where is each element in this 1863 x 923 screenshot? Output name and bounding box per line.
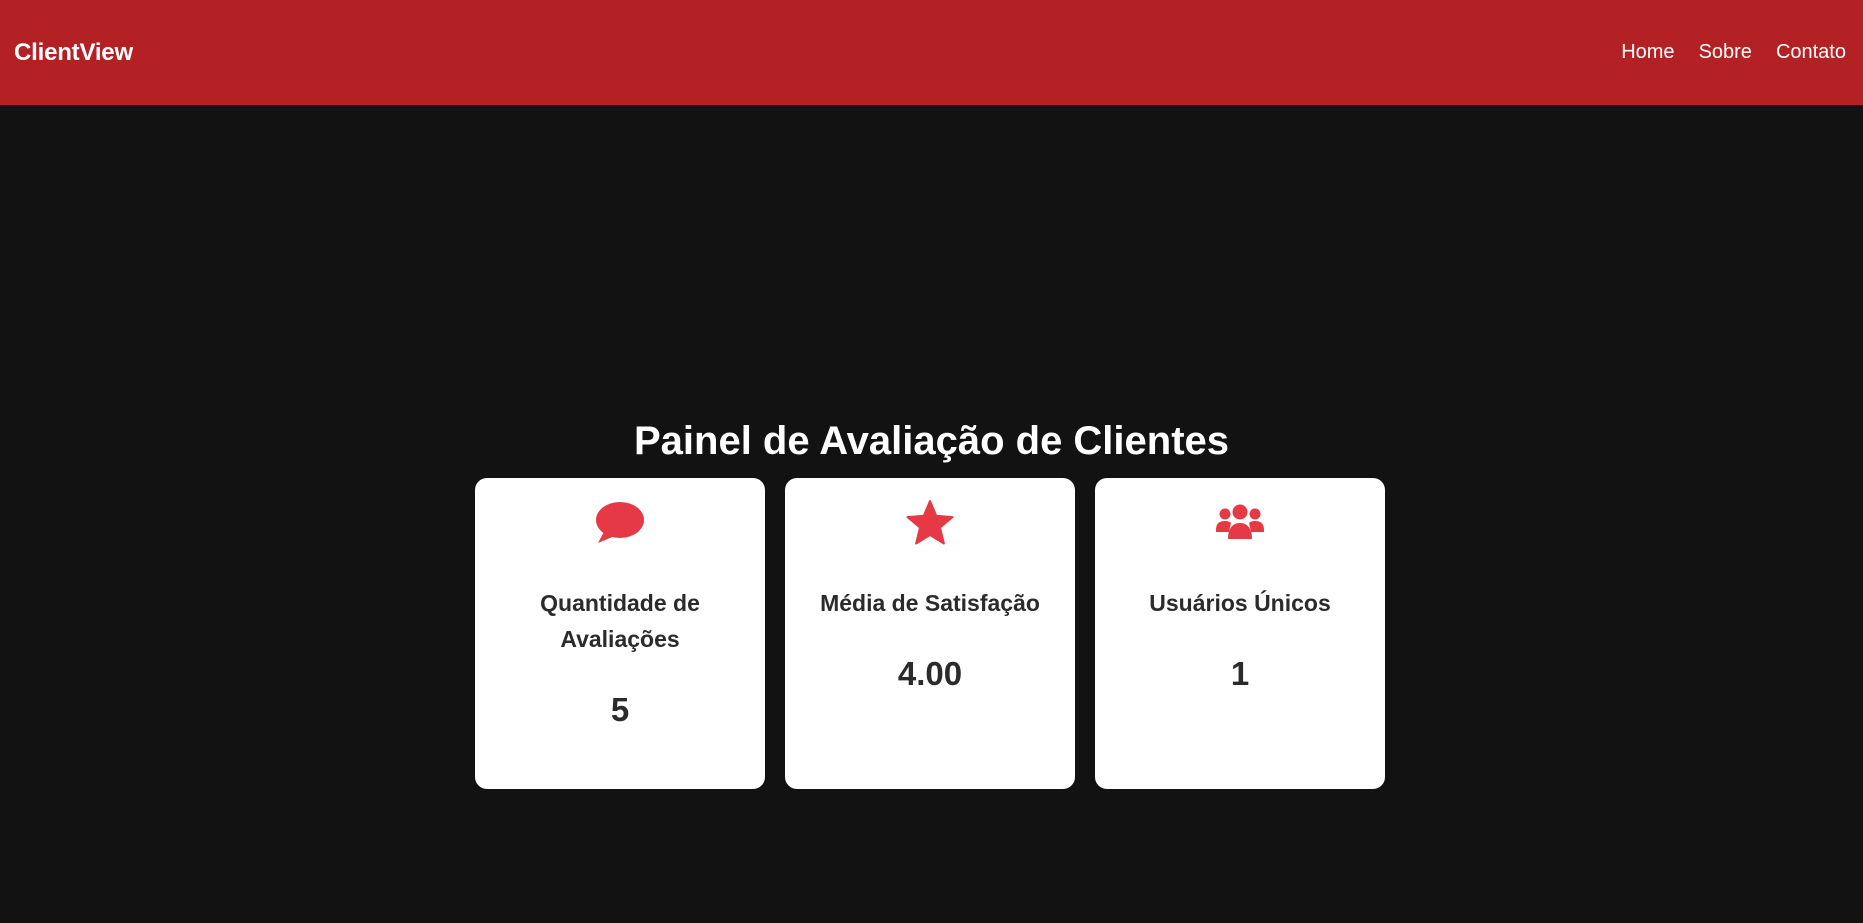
stats-cards: Quantidade de Avaliações 5 Média de Sati… [475, 478, 1385, 789]
page-title: Painel de Avaliação de Clientes [633, 419, 1230, 463]
nav-link-sobre[interactable]: Sobre [1699, 41, 1752, 64]
card-label: Média de Satisfação [820, 590, 1040, 616]
card-value: 4.00 [897, 655, 963, 692]
card-reviews-count: Quantidade de Avaliações 5 [475, 478, 765, 789]
card-label: Quantidade de Avaliações [540, 590, 700, 652]
navbar: ClientView Home Sobre Contato [0, 0, 1863, 105]
nav-links: Home Sobre Contato [1621, 41, 1846, 64]
nav-link-home[interactable]: Home [1621, 41, 1674, 64]
card-label: Usuários Únicos [1149, 590, 1331, 616]
card-satisfaction-average: Média de Satisfação 4.00 [785, 478, 1075, 789]
speech-bubble-icon [475, 499, 765, 547]
main-content: Painel de Avaliação de Clientes Quantida… [0, 105, 1863, 923]
users-icon [1095, 499, 1385, 547]
card-value: 1 [1230, 655, 1250, 692]
nav-link-contato[interactable]: Contato [1776, 41, 1846, 64]
brand-logo[interactable]: ClientView [14, 39, 133, 67]
card-value: 5 [610, 691, 630, 728]
card-unique-users: Usuários Únicos 1 [1095, 478, 1385, 789]
star-icon [785, 499, 1075, 547]
